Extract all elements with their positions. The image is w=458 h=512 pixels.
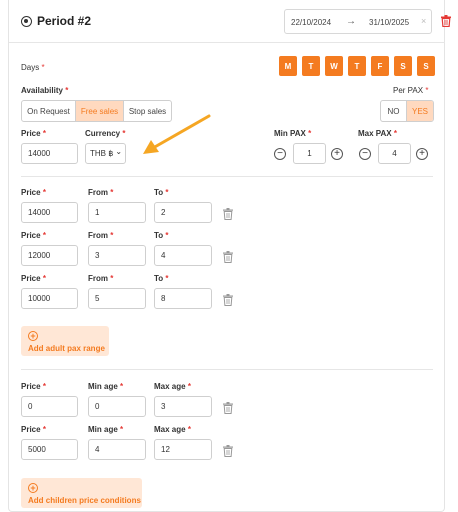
child-max-age-input[interactable]: 12	[154, 439, 212, 460]
adult-price-label: Price *	[21, 231, 46, 240]
close-icon[interactable]: ×	[421, 16, 426, 26]
arrow-right-icon: →	[346, 16, 356, 27]
trash-icon[interactable]	[441, 15, 451, 27]
arrow-annotation-icon	[143, 114, 211, 154]
min-pax-label: Min PAX *	[274, 129, 312, 138]
currency-select[interactable]: THB ฿ ⌄	[85, 143, 126, 164]
per-pax-yes[interactable]: YES	[407, 101, 433, 121]
chevron-down-icon: ⌄	[115, 147, 123, 156]
adult-price-input[interactable]: 12000	[21, 245, 78, 266]
availability-on-request[interactable]: On Request	[22, 101, 76, 121]
days-label: Days *	[21, 63, 45, 72]
add-adult-pax-range-button[interactable]: + Add adult pax range	[21, 326, 109, 356]
price-label: Price *	[21, 129, 46, 138]
day-monday-button[interactable]: M	[279, 56, 297, 76]
trash-icon[interactable]	[223, 208, 233, 220]
adult-to-input[interactable]: 8	[154, 288, 212, 309]
max-pax-input[interactable]: 4	[378, 143, 411, 164]
trash-icon[interactable]	[223, 445, 233, 457]
adult-price-label: Price *	[21, 188, 46, 197]
header-divider	[9, 42, 445, 43]
child-min-age-input[interactable]: 0	[88, 396, 146, 417]
adult-to-label: To *	[154, 188, 169, 197]
day-sunday-button[interactable]: S	[417, 56, 435, 76]
section-divider	[21, 369, 433, 370]
day-tuesday-button[interactable]: T	[302, 56, 320, 76]
child-max-age-label: Max age *	[154, 382, 191, 391]
child-price-label: Price *	[21, 382, 46, 391]
add-children-price-conditions-button[interactable]: + Add children price conditions	[21, 478, 142, 508]
min-pax-plus-icon[interactable]: +	[331, 148, 343, 160]
currency-label: Currency *	[85, 129, 126, 138]
adult-price-label: Price *	[21, 274, 46, 283]
trash-icon[interactable]	[223, 294, 233, 306]
adult-from-label: From *	[88, 274, 114, 283]
child-max-age-label: Max age *	[154, 425, 191, 434]
adult-from-label: From *	[88, 231, 114, 240]
child-max-age-input[interactable]: 3	[154, 396, 212, 417]
trash-icon[interactable]	[223, 251, 233, 263]
plus-circle-icon: +	[28, 483, 38, 493]
adult-from-label: From *	[88, 188, 114, 197]
adult-to-label: To *	[154, 231, 169, 240]
adult-from-input[interactable]: 5	[88, 288, 146, 309]
add-children-price-conditions-label: Add children price conditions	[28, 496, 141, 505]
adult-to-input[interactable]: 2	[154, 202, 212, 223]
add-adult-pax-range-label: Add adult pax range	[28, 344, 105, 353]
max-pax-minus-icon[interactable]: −	[359, 148, 371, 160]
child-price-label: Price *	[21, 425, 46, 434]
adult-to-input[interactable]: 4	[154, 245, 212, 266]
section-divider	[21, 176, 433, 177]
child-min-age-label: Min age *	[88, 382, 124, 391]
day-thursday-button[interactable]: T	[348, 56, 366, 76]
per-pax-label: Per PAX *	[393, 86, 429, 95]
price-input[interactable]: 14000	[21, 143, 78, 164]
plus-circle-icon: +	[28, 331, 38, 341]
day-wednesday-button[interactable]: W	[325, 56, 343, 76]
period-card: Period #2 22/10/2024 → 31/10/2025 × Days…	[8, 0, 451, 512]
child-price-input[interactable]: 5000	[21, 439, 78, 460]
max-pax-plus-icon[interactable]: +	[416, 148, 428, 160]
trash-icon[interactable]	[223, 402, 233, 414]
day-friday-button[interactable]: F	[371, 56, 389, 76]
max-pax-label: Max PAX *	[358, 129, 397, 138]
date-to-value: 31/10/2025	[369, 18, 410, 27]
adult-from-input[interactable]: 3	[88, 245, 146, 266]
day-saturday-button[interactable]: S	[394, 56, 412, 76]
per-pax-no[interactable]: NO	[381, 101, 407, 121]
date-range-field[interactable]: 22/10/2024 → 31/10/2025 ×	[284, 9, 432, 34]
min-pax-minus-icon[interactable]: −	[274, 148, 286, 160]
child-price-input[interactable]: 0	[21, 396, 78, 417]
min-pax-input[interactable]: 1	[293, 143, 326, 164]
period-title: Period #2	[37, 14, 92, 28]
availability-free-sales[interactable]: Free sales	[76, 101, 124, 121]
date-from-value: 22/10/2024	[291, 18, 332, 27]
adult-to-label: To *	[154, 274, 169, 283]
per-pax-toggle: NO YES	[380, 100, 434, 122]
currency-value: THB ฿	[90, 149, 114, 158]
adult-price-input[interactable]: 14000	[21, 202, 78, 223]
adult-from-input[interactable]: 1	[88, 202, 146, 223]
child-min-age-input[interactable]: 4	[88, 439, 146, 460]
adult-price-input[interactable]: 10000	[21, 288, 78, 309]
radio-target-icon[interactable]	[21, 16, 32, 27]
availability-label: Availability *	[21, 86, 69, 95]
child-min-age-label: Min age *	[88, 425, 124, 434]
